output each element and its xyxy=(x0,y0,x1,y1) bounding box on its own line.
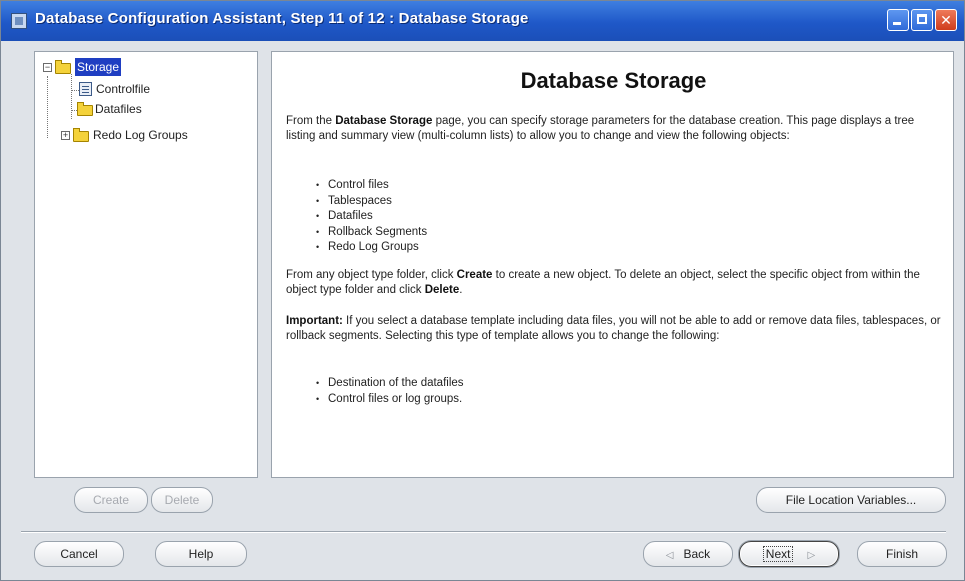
file-location-variables-button[interactable]: File Location Variables... xyxy=(756,487,946,513)
next-button[interactable]: Next ▷ xyxy=(739,541,839,567)
paragraph-bold: Create xyxy=(456,269,493,281)
folder-icon xyxy=(77,102,93,116)
file-icon xyxy=(79,82,92,96)
close-button[interactable]: ✕ xyxy=(935,9,957,31)
close-icon: ✕ xyxy=(940,12,952,28)
list-item: Rollback Segments xyxy=(316,225,427,241)
paragraph-text: From any object type folder, click xyxy=(286,269,457,281)
changeable-list: Destination of the datafiles Control fil… xyxy=(316,376,464,407)
list-item: Control files xyxy=(316,178,427,194)
title-bar[interactable]: Database Configuration Assistant, Step 1… xyxy=(1,1,964,41)
maximize-button[interactable] xyxy=(911,9,933,31)
dbca-window: Database Configuration Assistant, Step 1… xyxy=(0,0,965,581)
next-label: Next xyxy=(762,546,794,562)
folder-icon xyxy=(73,128,89,142)
important-label: Important: xyxy=(286,315,343,327)
tree-node-label: Storage xyxy=(75,58,122,76)
tree-connector xyxy=(47,76,48,138)
tree-node-label: Redo Log Groups xyxy=(93,128,188,142)
chevron-left-icon: ◁ xyxy=(665,550,674,561)
collapse-icon[interactable]: − xyxy=(43,63,52,72)
list-item: Redo Log Groups xyxy=(316,240,427,256)
storage-tree-panel: − Storage Controlfile Datafiles + Redo L… xyxy=(34,51,258,478)
intro-bold: Database Storage xyxy=(335,115,433,127)
app-icon xyxy=(11,13,27,29)
delete-button[interactable]: Delete xyxy=(151,487,213,513)
tree-node-label: Datafiles xyxy=(95,102,142,116)
important-paragraph: Important: If you select a database temp… xyxy=(286,314,941,344)
chevron-right-icon: ▷ xyxy=(807,550,816,561)
objects-list: Control files Tablespaces Datafiles Roll… xyxy=(316,178,427,256)
list-item: Tablespaces xyxy=(316,194,427,210)
tree-node-label: Controlfile xyxy=(96,82,151,96)
create-button[interactable]: Create xyxy=(74,487,148,513)
back-label: Back xyxy=(683,547,711,561)
finish-button[interactable]: Finish xyxy=(857,541,947,567)
help-content-panel: Database Storage From the Database Stora… xyxy=(271,51,954,478)
list-item: Control files or log groups. xyxy=(316,392,464,408)
minimize-button[interactable] xyxy=(887,9,909,31)
page-title: Database Storage xyxy=(520,68,707,93)
help-button[interactable]: Help xyxy=(155,541,247,567)
window-title: Database Configuration Assistant, Step 1… xyxy=(35,10,529,27)
create-delete-paragraph: From any object type folder, click Creat… xyxy=(286,268,941,298)
back-button[interactable]: ◁ Back xyxy=(643,541,733,567)
intro-paragraph: From the Database Storage page, you can … xyxy=(286,114,941,144)
paragraph-bold: Delete xyxy=(424,284,460,296)
cancel-button[interactable]: Cancel xyxy=(34,541,124,567)
expand-icon[interactable]: + xyxy=(61,131,70,140)
folder-open-icon xyxy=(55,60,71,74)
paragraph-text: If you select a database template includ… xyxy=(286,315,941,342)
footer-separator xyxy=(21,531,946,533)
intro-text: From the xyxy=(286,115,336,127)
list-item: Destination of the datafiles xyxy=(316,376,464,392)
list-item: Datafiles xyxy=(316,209,427,225)
tree-connector xyxy=(71,74,72,119)
tree-connector xyxy=(71,90,79,91)
paragraph-text: . xyxy=(459,284,463,296)
